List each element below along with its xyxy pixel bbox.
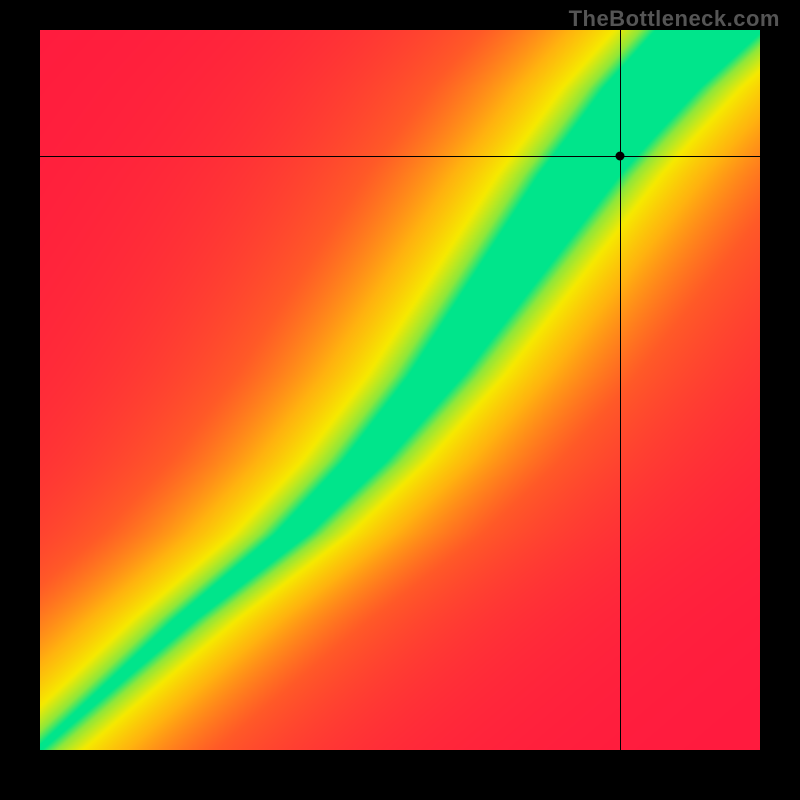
heatmap-plot	[40, 30, 760, 750]
crosshair-dot	[615, 152, 624, 161]
heatmap-canvas	[40, 30, 760, 750]
crosshair-vertical	[620, 30, 621, 750]
watermark-text: TheBottleneck.com	[569, 6, 780, 32]
crosshair-horizontal	[40, 156, 760, 157]
